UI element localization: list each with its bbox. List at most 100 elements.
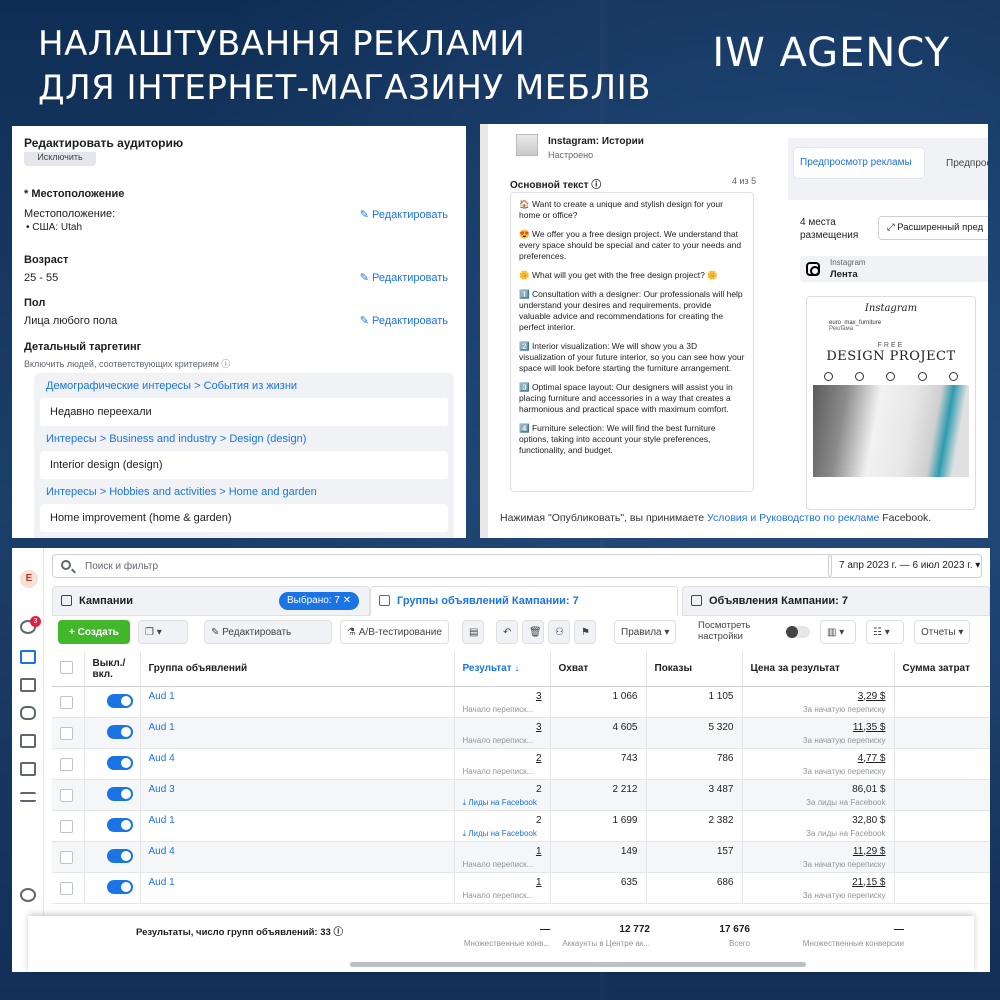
adset-toggle[interactable] (106, 879, 133, 894)
columns-button[interactable]: ▥ ▾ (820, 620, 856, 644)
create-button[interactable]: + Создать (58, 620, 130, 644)
col-adset[interactable]: Группа объявлений (140, 652, 455, 687)
select-all-header[interactable] (52, 652, 85, 687)
avatar[interactable]: E (20, 570, 38, 588)
tag-button[interactable]: ⚑ (574, 620, 596, 644)
row-checkbox[interactable] (60, 757, 73, 771)
targeting-category[interactable]: Интересы > Business and industry > Desig… (34, 426, 454, 451)
date-range-picker[interactable]: 7 апр 2023 г. — 6 июл 2023 г. ▾ (828, 554, 982, 578)
duplicate-button[interactable]: ❐ ▾ (138, 620, 188, 644)
tab-adsets[interactable]: Группы объявлений Кампании: 7 (370, 586, 678, 616)
adset-toggle[interactable] (106, 755, 133, 770)
extended-preview-button[interactable]: ⤢ Расширенный пред (878, 216, 988, 240)
search-input[interactable]: Поиск и фильтр (52, 554, 832, 578)
table-row[interactable]: Aud 4 1 Начало переписк... 149 157 11,29 $ За … (52, 841, 990, 873)
tab-campaigns[interactable]: Кампании Выбрано: 7 ✕ (52, 586, 370, 616)
spend-cell (894, 872, 990, 904)
col-spend[interactable]: Сумма затрат (894, 652, 990, 687)
terms-link[interactable]: Условия и Руководство по рекламе (707, 512, 879, 524)
rules-button[interactable]: Правила ▾ (614, 620, 677, 644)
col-impressions[interactable]: Показы (646, 652, 743, 687)
adset-name-link[interactable]: Aud 3 (149, 784, 446, 795)
adset-name-link[interactable]: Aud 4 (149, 846, 446, 857)
cost-cell: 86,01 $ За лиды на Facebook (742, 779, 895, 811)
row-select[interactable] (52, 717, 85, 749)
delete-button[interactable]: 🗑 (522, 620, 544, 644)
row-select[interactable] (52, 810, 85, 842)
edit-button[interactable]: ✎ Редактировать (204, 620, 332, 644)
targeting-category[interactable]: Демографические интересы > События из жи… (34, 373, 454, 398)
edit-age-link[interactable]: ✎ Редактировать (360, 271, 448, 284)
edit-location-link[interactable]: ✎ Редактировать (360, 208, 448, 221)
table-row[interactable]: Aud 3 2 ⤓ Лиды на Facebook 2 212 3 487 86,01 … (52, 779, 990, 811)
cost-sub: За лиды на Facebook (805, 797, 886, 807)
adset-name-link[interactable]: Aud 1 (149, 691, 446, 702)
view-settings-toggle[interactable] (786, 626, 810, 638)
targeting-item[interactable]: Home improvement (home & garden) (40, 504, 448, 532)
audience-icon[interactable] (20, 706, 36, 720)
table-row[interactable]: Aud 1 3 Начало переписк... 1 066 1 105 3,29 $… (52, 686, 990, 718)
adset-toggle[interactable] (106, 724, 133, 739)
reports-button[interactable]: Отчеты ▾ (914, 620, 971, 644)
detailed-section: Детальный таргетинг Включить людей, соот… (24, 341, 230, 370)
select-all-checkbox[interactable] (60, 660, 73, 674)
row-checkbox[interactable] (60, 850, 73, 864)
cost-sub: За лиды на Facebook (805, 828, 886, 838)
gear-icon[interactable] (20, 888, 36, 902)
table-row[interactable]: Aud 1 1 Начало переписк... 635 686 21,15 $ За … (52, 872, 990, 904)
adset-toggle[interactable] (106, 817, 133, 832)
table-row[interactable]: Aud 4 2 Начало переписк... 743 786 4,77 $ За н… (52, 748, 990, 780)
grid-icon[interactable] (20, 650, 36, 664)
tab-preview-2[interactable]: Предпрос (946, 158, 988, 169)
row-checkbox[interactable] (60, 881, 73, 895)
ad-text-field[interactable]: 🏠 Want to create a unique and stylish de… (510, 192, 754, 492)
col-result[interactable]: Результат ↓ (454, 652, 551, 687)
col-toggle[interactable]: Выкл./вкл. (84, 652, 141, 687)
archive-button[interactable]: ▤ (462, 620, 484, 644)
row-select[interactable] (52, 779, 85, 811)
targeting-category[interactable]: Интересы > Hobbies and activities > Home… (34, 479, 454, 504)
adset-toggle[interactable] (106, 848, 133, 863)
horizontal-scrollbar[interactable] (350, 962, 806, 967)
ab-test-button[interactable]: ⚗ А/В-тестирование (340, 620, 449, 644)
row-select[interactable] (52, 748, 85, 780)
tab-ads[interactable]: Объявления Кампании: 7 (682, 586, 990, 616)
reach-cell: 635 (550, 872, 647, 904)
archive-icon: ▤ (469, 627, 479, 638)
adset-name-link[interactable]: Aud 1 (149, 722, 446, 733)
adset-name-link[interactable]: Aud 1 (149, 877, 446, 888)
location-section: * Местоположение Местоположение: • США: … (24, 188, 124, 233)
row-select[interactable] (52, 841, 85, 873)
col-cost-per-result[interactable]: Цена за результат (742, 652, 895, 687)
audience-title: Редактировать аудиторию (24, 136, 184, 150)
pages-icon[interactable] (20, 678, 36, 692)
adset-name-link[interactable]: Aud 1 (149, 815, 446, 826)
table-row[interactable]: Aud 1 2 ⤓ Лиды на Facebook 1 699 2 382 32,80 … (52, 810, 990, 842)
row-select[interactable] (52, 686, 85, 718)
table-row[interactable]: Aud 1 3 Начало переписк... 4 605 5 320 11,35 … (52, 717, 990, 749)
exclude-button[interactable]: Исключить (24, 152, 96, 166)
row-checkbox[interactable] (60, 788, 73, 802)
tab-ad-preview[interactable]: Предпросмотр рекламы (794, 148, 924, 178)
row-checkbox[interactable] (60, 819, 73, 833)
row-select[interactable] (52, 872, 85, 904)
audience-button[interactable]: ⚇ (548, 620, 570, 644)
undo-button[interactable]: ↶ (496, 620, 518, 644)
edit-gender-link[interactable]: ✎ Редактировать (360, 314, 448, 327)
selected-pill[interactable]: Выбрано: 7 ✕ (279, 592, 360, 610)
adset-toggle[interactable] (106, 786, 133, 801)
targeting-item[interactable]: Interior design (design) (40, 451, 448, 479)
menu-icon[interactable] (20, 792, 36, 802)
billing-icon[interactable] (20, 762, 36, 776)
row-checkbox[interactable] (60, 695, 73, 709)
instagram-feed-row[interactable]: Instagram Лента (800, 256, 988, 282)
breakdown-button[interactable]: ☷ ▾ (866, 620, 904, 644)
adset-name-link[interactable]: Aud 4 (149, 753, 446, 764)
adset-toggle[interactable] (106, 693, 133, 708)
targeting-item[interactable]: Недавно переехали (40, 398, 448, 426)
info-icon: ⓘ (591, 180, 602, 191)
result-value: 1 (535, 876, 542, 888)
row-checkbox[interactable] (60, 726, 73, 740)
media-icon[interactable] (20, 734, 36, 748)
col-reach[interactable]: Охват (550, 652, 647, 687)
